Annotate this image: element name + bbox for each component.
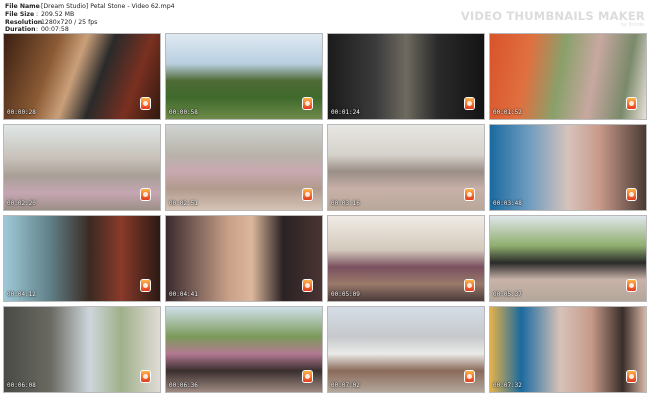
video-thumbnail[interactable]: 00:02:51: [165, 124, 323, 211]
thumbnail-timestamp: 00:07:02: [331, 382, 360, 389]
thumbnail-timestamp: 00:03:48: [493, 200, 522, 207]
video-thumbnail[interactable]: 00:00:58: [165, 33, 323, 120]
video-thumbnail[interactable]: 00:03:16: [327, 124, 485, 211]
video-thumbnail[interactable]: 00:06:08: [3, 306, 161, 393]
video-thumbnail[interactable]: 00:01:52: [489, 33, 647, 120]
file-size-value: 209.52 MB: [41, 10, 75, 18]
studio-logo-icon: [627, 189, 636, 200]
file-info-key: File Name: [5, 3, 40, 10]
video-thumbnail[interactable]: 00:03:48: [489, 124, 647, 211]
studio-logo-icon: [627, 371, 636, 382]
brand-subtitle: by Bolide: [620, 22, 644, 28]
thumbnail-timestamp: 00:01:52: [493, 109, 522, 116]
thumbnail-timestamp: 00:03:16: [331, 200, 360, 207]
thumbnail-timestamp: 00:01:24: [331, 109, 360, 116]
studio-logo-icon: [303, 371, 312, 382]
video-thumbnail[interactable]: 00:06:36: [165, 306, 323, 393]
thumbnail-timestamp: 00:04:41: [169, 291, 198, 298]
studio-logo-icon: [465, 371, 474, 382]
video-thumbnail[interactable]: 00:04:41: [165, 215, 323, 302]
studio-logo-icon: [465, 280, 474, 291]
file-info: File Name: [Dream Studio] Petal Stone - V…: [5, 3, 175, 34]
video-thumbnail[interactable]: 00:01:24: [327, 33, 485, 120]
studio-logo-icon: [303, 189, 312, 200]
file-info-key: File Size: [5, 10, 35, 18]
resolution-value: 1280x720 / 25 fps: [41, 18, 98, 26]
file-info-row: File Size:209.52 MB: [5, 10, 75, 18]
studio-logo-icon: [627, 98, 636, 109]
thumbnail-grid: 00:00:28 00:00:58 00:01:24 00:01:52 00:02:20…: [3, 33, 647, 399]
studio-logo-icon: [465, 98, 474, 109]
studio-logo-icon: [141, 98, 150, 109]
video-thumbnail[interactable]: 00:00:28: [3, 33, 161, 120]
video-thumbnail[interactable]: 00:05:37: [489, 215, 647, 302]
video-thumbnail[interactable]: 00:05:09: [327, 215, 485, 302]
thumbnail-timestamp: 00:02:20: [7, 200, 36, 207]
thumbnail-timestamp: 00:02:51: [169, 200, 198, 207]
studio-logo-icon: [141, 280, 150, 291]
file-info-row: Resolution: 1280x720 / 25 fps: [5, 18, 98, 26]
file-info-key: Resolution: [5, 18, 43, 26]
file-info-row: File Name: [Dream Studio] Petal Stone - V…: [5, 3, 175, 10]
thumbnail-timestamp: 00:07:32: [493, 382, 522, 389]
video-thumbnail[interactable]: 00:02:20: [3, 124, 161, 211]
thumbnail-timestamp: 00:06:36: [169, 382, 198, 389]
thumbnail-timestamp: 00:05:37: [493, 291, 522, 298]
file-name-value: [Dream Studio] Petal Stone - Video 62.mp…: [41, 3, 175, 10]
video-thumbnail[interactable]: 00:07:32: [489, 306, 647, 393]
studio-logo-icon: [141, 371, 150, 382]
studio-logo-icon: [465, 189, 474, 200]
video-thumbnail[interactable]: 00:04:12: [3, 215, 161, 302]
studio-logo-icon: [627, 280, 636, 291]
video-thumbnail[interactable]: 00:07:02: [327, 306, 485, 393]
thumbnail-timestamp: 00:00:28: [7, 109, 36, 116]
thumbnail-timestamp: 00:05:09: [331, 291, 360, 298]
studio-logo-icon: [303, 98, 312, 109]
thumbnail-timestamp: 00:06:08: [7, 382, 36, 389]
thumbnail-timestamp: 00:04:12: [7, 291, 36, 298]
brand-title: VIDEO THUMBNAILS MAKER: [460, 9, 645, 23]
studio-logo-icon: [303, 280, 312, 291]
thumbnail-timestamp: 00:00:58: [169, 109, 198, 116]
studio-logo-icon: [141, 189, 150, 200]
